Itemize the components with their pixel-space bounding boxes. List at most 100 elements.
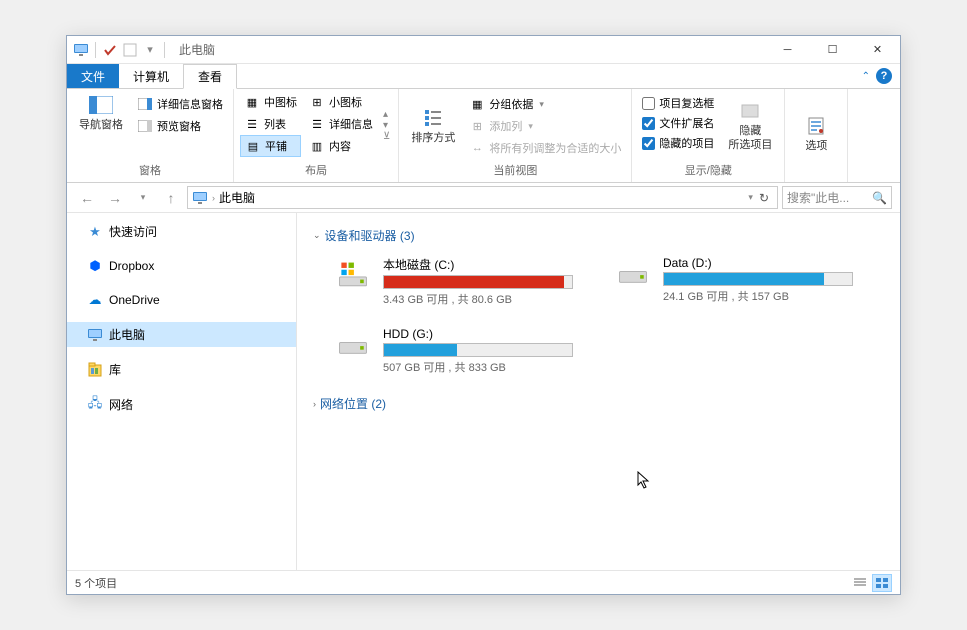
qat-dropdown[interactable]: ▾	[142, 42, 158, 58]
size-columns-button[interactable]: ↔将所有列调整为合适的大小	[465, 137, 625, 159]
drive-item[interactable]: 本地磁盘 (C:)3.43 GB 可用 , 共 80.6 GB	[333, 256, 583, 307]
layout-small-icons[interactable]: ⊞小图标	[305, 91, 377, 113]
status-bar: 5 个项目	[67, 570, 900, 594]
address-input[interactable]: › 此电脑 ▾ ↻	[187, 186, 778, 209]
layout-scroll-up[interactable]: ▴	[383, 109, 390, 120]
hide-selected-button[interactable]: 隐藏所选项目	[722, 91, 778, 160]
add-columns-icon: ⊞	[469, 118, 485, 134]
collapse-ribbon[interactable]: ⌃	[862, 71, 870, 82]
tab-file[interactable]: 文件	[67, 64, 119, 88]
group-label-current-view: 当前视图	[405, 160, 625, 180]
drive-name: Data (D:)	[663, 256, 863, 270]
nav-forward[interactable]: →	[103, 186, 127, 210]
onedrive-icon: ☁	[87, 292, 103, 308]
view-details-button[interactable]	[850, 574, 870, 592]
close-button[interactable]: ✕	[855, 36, 900, 64]
view-tiles-button[interactable]	[872, 574, 892, 592]
this-pc-icon	[192, 190, 208, 206]
list-icon: ☰	[244, 116, 260, 132]
qat-blank-icon[interactable]	[122, 42, 138, 58]
small-icons-icon: ⊞	[309, 94, 325, 110]
disk-icon	[613, 256, 653, 296]
tab-computer[interactable]: 计算机	[119, 64, 183, 88]
layout-tiles[interactable]: ▤平铺	[240, 135, 301, 157]
layout-expand[interactable]: ⊻	[383, 131, 390, 142]
layout-details[interactable]: ☰详细信息	[305, 113, 377, 135]
drive-item[interactable]: Data (D:)24.1 GB 可用 , 共 157 GB	[613, 256, 863, 307]
tiles-icon: ▤	[245, 138, 261, 154]
status-item-count: 5 个项目	[75, 575, 117, 591]
libraries-icon	[87, 362, 103, 378]
nav-pane-icon	[89, 93, 113, 117]
refresh-button[interactable]: ↻	[755, 191, 773, 205]
sidebar-item-this-pc[interactable]: 此电脑	[67, 322, 296, 347]
options-button[interactable]: 选项	[791, 91, 841, 176]
sidebar-item-libraries[interactable]: 库	[67, 357, 296, 382]
section-devices[interactable]: ⌄ 设备和驱动器 (3)	[313, 223, 884, 248]
drive-capacity-bar	[663, 272, 853, 286]
tab-view[interactable]: 查看	[183, 64, 237, 89]
navigation-pane-button[interactable]: 导航窗格	[73, 91, 129, 134]
section-network-locations[interactable]: › 网络位置 (2)	[313, 391, 884, 416]
group-label-panes: 窗格	[73, 160, 227, 180]
qat-separator	[95, 42, 96, 58]
address-bar: ← → ▾ ↑ › 此电脑 ▾ ↻ 搜索"此电... 🔍	[67, 183, 900, 213]
medium-icons-icon: ▦	[244, 94, 260, 110]
sidebar-item-network[interactable]: 🖧网络	[67, 392, 296, 417]
size-columns-icon: ↔	[469, 140, 485, 156]
layout-content[interactable]: ▥内容	[305, 135, 377, 157]
window-title: 此电脑	[179, 41, 215, 58]
preview-pane-icon	[137, 118, 153, 134]
properties-icon[interactable]	[102, 42, 118, 58]
quick-access-icon: ★	[87, 224, 103, 240]
ribbon: 导航窗格 详细信息窗格 预览窗格 窗格 ▦中图标 ☰列表 ▤平铺 ⊞小图标	[67, 89, 900, 183]
nav-back[interactable]: ←	[75, 186, 99, 210]
this-pc-icon	[87, 327, 103, 343]
details-pane-button[interactable]: 详细信息窗格	[133, 93, 227, 115]
hidden-items-toggle[interactable]: 隐藏的项目	[638, 133, 718, 153]
disk-icon	[333, 256, 373, 296]
qat-separator	[164, 42, 165, 58]
minimize-button[interactable]: ─	[765, 36, 810, 64]
sidebar-item-quick-access[interactable]: ★快速访问	[67, 219, 296, 244]
layout-medium-icons[interactable]: ▦中图标	[240, 91, 301, 113]
hide-icon	[738, 99, 762, 123]
chevron-down-icon: ⌄	[313, 230, 321, 241]
nav-up[interactable]: ↑	[159, 186, 183, 210]
drive-name: HDD (G:)	[383, 327, 583, 341]
drive-item[interactable]: HDD (G:) 507 GB 可用 , 共 833 GB	[333, 327, 583, 375]
navigation-sidebar: ★快速访问 ⬢Dropbox ☁OneDrive 此电脑 库 🖧网络	[67, 213, 297, 570]
group-by-icon: ▦	[469, 96, 485, 112]
sort-by-button[interactable]: 排序方式	[405, 91, 461, 160]
drive-stats: 3.43 GB 可用 , 共 80.6 GB	[383, 291, 583, 307]
group-label-show-hide: 显示/隐藏	[638, 160, 778, 180]
maximize-button[interactable]: ☐	[810, 36, 855, 64]
content-area: ⌄ 设备和驱动器 (3) 本地磁盘 (C:)3.43 GB 可用 , 共 80.…	[297, 213, 900, 570]
disk-icon	[333, 327, 373, 367]
drive-capacity-bar	[383, 343, 573, 357]
file-extensions-toggle[interactable]: 文件扩展名	[638, 113, 718, 133]
titlebar: ▾ 此电脑 ─ ☐ ✕	[67, 36, 900, 64]
help-icon[interactable]: ?	[876, 68, 892, 84]
layout-scroll-down[interactable]: ▾	[383, 120, 390, 131]
options-icon	[804, 114, 828, 138]
sidebar-item-dropbox[interactable]: ⬢Dropbox	[67, 254, 296, 278]
group-label-layout: 布局	[240, 160, 392, 180]
sidebar-item-onedrive[interactable]: ☁OneDrive	[67, 288, 296, 312]
details-pane-icon	[137, 96, 153, 112]
network-icon: 🖧	[87, 397, 103, 413]
ribbon-tabs: 文件 计算机 查看 ⌃ ?	[67, 64, 900, 89]
chevron-right-icon: ›	[313, 399, 316, 409]
search-input[interactable]: 搜索"此电... 🔍	[782, 186, 892, 209]
preview-pane-button[interactable]: 预览窗格	[133, 115, 227, 137]
nav-recent[interactable]: ▾	[131, 186, 155, 210]
drive-stats: 507 GB 可用 , 共 833 GB	[383, 359, 583, 375]
group-by-button[interactable]: ▦分组依据▾	[465, 93, 625, 115]
item-checkboxes-toggle[interactable]: 项目复选框	[638, 93, 718, 113]
search-icon: 🔍	[872, 191, 887, 205]
addr-dropdown[interactable]: ▾	[748, 192, 753, 203]
content-icon: ▥	[309, 138, 325, 154]
layout-list[interactable]: ☰列表	[240, 113, 301, 135]
sort-icon	[421, 106, 445, 130]
add-columns-button[interactable]: ⊞添加列▾	[465, 115, 625, 137]
